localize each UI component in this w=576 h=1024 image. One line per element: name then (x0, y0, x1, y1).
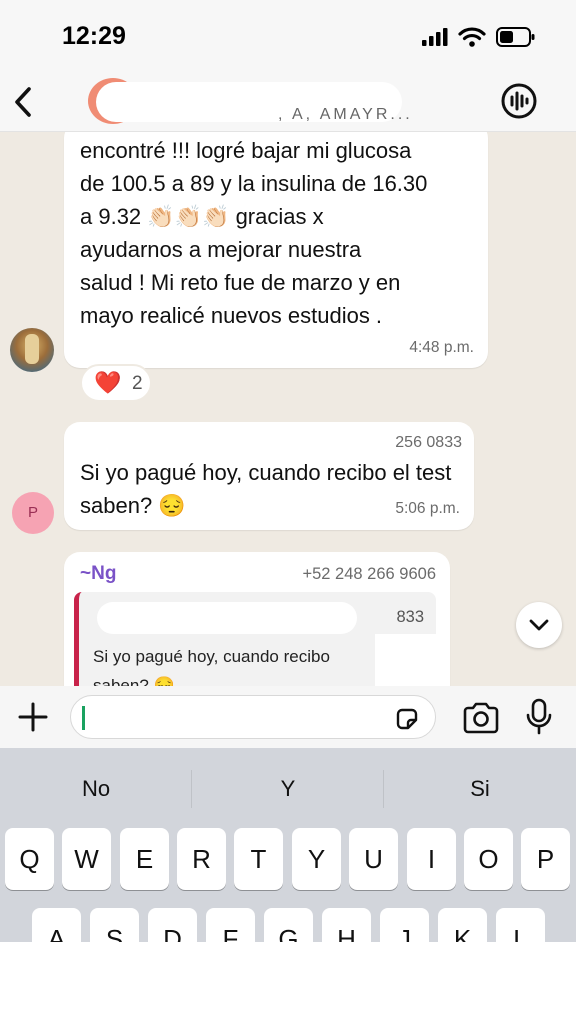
camera-icon[interactable] (462, 702, 500, 734)
status-time: 12:29 (62, 22, 126, 50)
key[interactable]: D (148, 908, 197, 942)
sender-avatar-initial[interactable]: P (12, 492, 54, 534)
sender-number: 256 0833 (395, 434, 462, 451)
quote-text: Si yo pagué hoy, cuando recibo saben? 😔 (93, 647, 330, 686)
key[interactable]: O (464, 828, 513, 890)
message-time: 5:06 p.m. (395, 500, 460, 517)
message-input[interactable] (70, 695, 436, 739)
plus-icon[interactable] (16, 700, 50, 734)
key[interactable]: G (264, 908, 313, 942)
quote-sender-number: 833 (396, 608, 424, 626)
chat-header: , A, AMAYR... (0, 76, 576, 132)
message-bubble[interactable]: ~Ng +52 248 266 9606 833 Si yo pagué hoy… (64, 552, 450, 686)
message-bubble[interactable]: 256 0833 Si yo pagué hoy, cuando recibo … (64, 422, 474, 530)
key[interactable]: S (90, 908, 139, 942)
wifi-icon (458, 27, 486, 47)
chat-messages-area[interactable]: encontré !!! logré bajar mi glucosa de 1… (0, 132, 576, 686)
reaction-pill[interactable]: ❤️ 2 (80, 364, 152, 402)
key[interactable]: H (322, 908, 371, 942)
key[interactable]: J (380, 908, 429, 942)
keyboard: No Y Si Q W E R T Y U I O P A S D F G H … (0, 748, 576, 942)
battery-icon (496, 27, 535, 47)
suggestion-item[interactable]: Y (192, 762, 384, 816)
microphone-icon[interactable] (524, 698, 554, 736)
key[interactable]: E (120, 828, 169, 890)
sender-avatar[interactable] (10, 328, 54, 372)
key[interactable]: T (234, 828, 283, 890)
message-time: 4:48 p.m. (409, 339, 474, 356)
key[interactable]: L (496, 908, 545, 942)
key[interactable]: A (32, 908, 81, 942)
reaction-count: 2 (132, 373, 143, 394)
redacted-quote-sender (97, 602, 357, 634)
redacted-quote-text (375, 634, 441, 686)
heart-reaction-emoji: ❤️ (94, 370, 122, 395)
key[interactable]: Y (292, 828, 341, 890)
suggestion-item[interactable]: Si (384, 762, 576, 816)
status-bar: 12:29 (0, 0, 576, 76)
whatsapp-chat-screen: 12:29 , A, AMAYR... encontré !!! logré b… (0, 0, 576, 942)
scroll-to-bottom-button[interactable] (516, 602, 562, 648)
sender-name[interactable]: ~Ng (80, 563, 116, 585)
message-text: encontré !!! logré bajar mi glucosa de 1… (80, 138, 428, 328)
quoted-message[interactable]: 833 Si yo pagué hoy, cuando recibo saben… (74, 592, 441, 686)
group-members-text: , A, AMAYR... (278, 106, 413, 123)
key[interactable]: W (62, 828, 111, 890)
key[interactable]: R (177, 828, 226, 890)
text-cursor (82, 706, 85, 730)
sticker-icon[interactable] (394, 706, 420, 732)
key[interactable]: U (349, 828, 398, 890)
key[interactable]: I (407, 828, 456, 890)
key[interactable]: K (438, 908, 487, 942)
key[interactable]: F (206, 908, 255, 942)
key[interactable]: P (521, 828, 570, 890)
sender-phone: +52 248 266 9606 (302, 565, 436, 583)
call-waveform-icon[interactable] (500, 82, 538, 120)
message-bubble[interactable]: encontré !!! logré bajar mi glucosa de 1… (64, 132, 488, 368)
key[interactable]: Q (5, 828, 54, 890)
chevron-left-icon[interactable] (10, 84, 36, 120)
message-input-bar (0, 686, 576, 748)
chevron-down-icon (529, 619, 549, 631)
cellular-signal-icon (422, 28, 448, 46)
suggestion-item[interactable]: No (0, 762, 192, 816)
